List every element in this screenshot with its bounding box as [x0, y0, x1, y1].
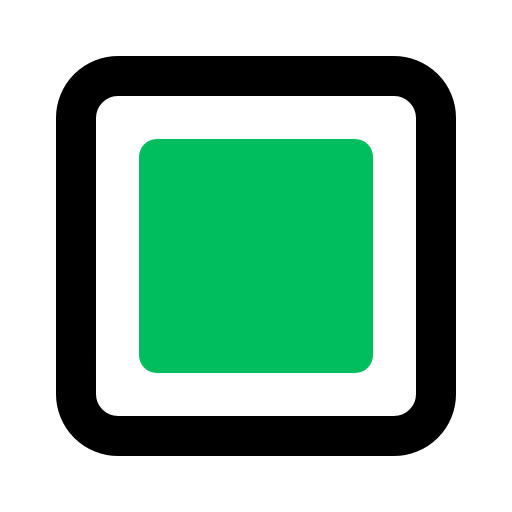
- checkbox-fill: [139, 139, 373, 373]
- icon-canvas: [0, 0, 512, 512]
- checkbox-filled-icon[interactable]: [0, 0, 512, 512]
